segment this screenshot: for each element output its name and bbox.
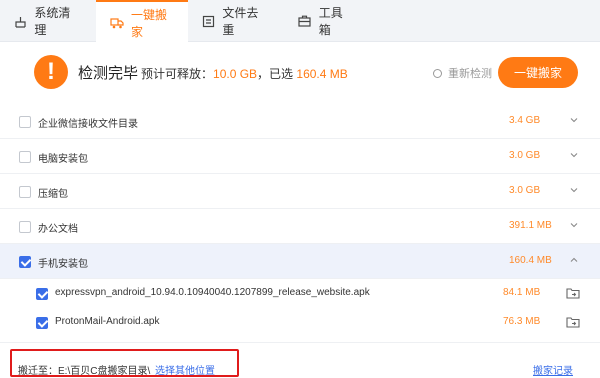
warning-icon: ! (34, 55, 68, 89)
item-size: 160.4 MB (509, 255, 552, 266)
item-size: 3.4 GB (509, 115, 541, 126)
file-size: 84.1 MB (503, 287, 541, 298)
summary-prefix: 预计可释放： (141, 67, 214, 81)
one-click-move-button[interactable]: 一键搬家 (498, 57, 578, 88)
item-name: 办公文档 (38, 224, 78, 235)
destination-label: 搬迁至： (18, 366, 58, 377)
checkbox[interactable] (36, 317, 48, 329)
choose-location-link[interactable]: 选择其他位置 (155, 362, 215, 377)
selected-prefix: ，已选 (257, 67, 294, 81)
list-item[interactable]: 企业微信接收文件目录 3.4 GB (0, 104, 600, 139)
tab-label: 一键搬家 (131, 7, 168, 39)
item-name: 电脑安装包 (38, 154, 88, 165)
rescan-button[interactable]: 重新检测 (433, 65, 492, 81)
list-item[interactable]: 手机安装包 160.4 MB (0, 244, 600, 279)
chevron-down-icon[interactable] (569, 220, 579, 230)
item-name: 企业微信接收文件目录 (38, 119, 138, 130)
chevron-down-icon[interactable] (569, 150, 579, 160)
list-item[interactable]: 压缩包 3.0 GB (0, 174, 600, 209)
scan-status: 检测完毕 (78, 65, 139, 82)
file-row[interactable]: ProtonMail-Android.apk 76.3 MB (0, 308, 600, 337)
release-summary: 预计可释放：10.0 GB，已选 160.4 MB (141, 65, 348, 82)
tab-bar: 系统清理 一键搬家 文件去重 工具箱 (0, 0, 600, 43)
tab-dedupe[interactable]: 文件去重 (188, 0, 284, 42)
rescan-label: 重新检测 (448, 68, 492, 80)
tab-label: 工具箱 (318, 6, 343, 37)
tab-toolbox[interactable]: 工具箱 (284, 0, 370, 42)
destination-path: E:\百贝C盘搬家目录\ (58, 366, 151, 377)
move-record-link[interactable]: 搬家记录 (533, 362, 573, 377)
checkbox[interactable] (36, 288, 48, 300)
checkbox[interactable] (19, 186, 31, 198)
tab-one-click-move[interactable]: 一键搬家 (96, 0, 188, 43)
tab-label: 系统清理 (34, 6, 71, 37)
list-item[interactable]: 电脑安装包 3.0 GB (0, 139, 600, 174)
checkbox[interactable] (19, 256, 31, 268)
scan-summary-header: ! 检测完毕 预计可释放：10.0 GB，已选 160.4 MB 重新检测 一键… (0, 43, 600, 103)
selected-size: 160.4 MB (296, 67, 348, 81)
list-item[interactable]: 办公文档 391.1 MB (0, 209, 600, 244)
file-name: ProtonMail-Android.apk (55, 316, 160, 327)
tab-label: 文件去重 (222, 6, 259, 37)
item-size: 3.0 GB (509, 150, 541, 161)
item-name: 手机安装包 (38, 259, 88, 270)
chevron-up-icon[interactable] (569, 255, 579, 265)
open-folder-icon[interactable] (566, 286, 580, 299)
toolbox-icon (298, 14, 312, 28)
file-row[interactable]: expressvpn_android_10.94.0.10940040.1207… (0, 279, 600, 308)
checkbox[interactable] (19, 151, 31, 163)
chevron-down-icon[interactable] (569, 185, 579, 195)
item-size: 3.0 GB (509, 185, 541, 196)
checkbox[interactable] (19, 221, 31, 233)
destination-footer: 搬迁至： E:\百贝C盘搬家目录\ 选择其他位置 搬家记录 (0, 342, 600, 378)
refresh-icon (433, 68, 442, 78)
chevron-down-icon[interactable] (569, 115, 579, 125)
item-size: 391.1 MB (509, 220, 552, 231)
file-name: expressvpn_android_10.94.0.10940040.1207… (55, 287, 370, 298)
release-size: 10.0 GB (213, 67, 258, 81)
duplicate-icon (202, 14, 215, 28)
truck-icon (110, 16, 124, 30)
file-size: 76.3 MB (503, 316, 541, 327)
open-folder-icon[interactable] (566, 315, 580, 328)
broom-icon (14, 14, 27, 28)
tab-system-clean[interactable]: 系统清理 (0, 0, 96, 42)
checkbox[interactable] (19, 116, 31, 128)
item-name: 压缩包 (38, 189, 68, 200)
category-list: 企业微信接收文件目录 3.4 GB 电脑安装包 3.0 GB 压缩包 3.0 G… (0, 104, 600, 342)
